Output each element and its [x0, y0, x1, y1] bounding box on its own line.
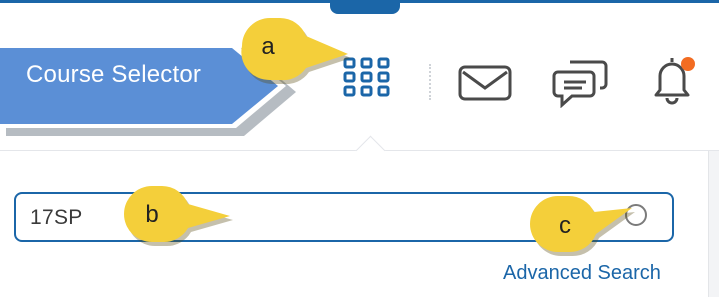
bell-icon[interactable] — [646, 52, 702, 108]
marker-b-callout — [124, 186, 233, 247]
scrollbar[interactable] — [708, 151, 719, 297]
search-input-value: 17SP — [30, 206, 83, 229]
header-separator — [429, 64, 431, 100]
mail-icon[interactable] — [457, 64, 513, 102]
marker-a-callout — [241, 18, 351, 84]
dropdown-caret — [355, 135, 386, 166]
top-accent-tab — [330, 0, 400, 14]
notification-dot — [681, 57, 695, 71]
course-selector-label: Course Selector — [26, 61, 202, 88]
chat-icon[interactable] — [552, 56, 610, 108]
advanced-search-link[interactable]: Advanced Search — [503, 262, 661, 285]
marker-b-label: b — [145, 201, 159, 228]
marker-c-label: c — [559, 212, 571, 239]
marker-c-callout — [530, 195, 635, 257]
marker-a-label: a — [261, 33, 275, 60]
